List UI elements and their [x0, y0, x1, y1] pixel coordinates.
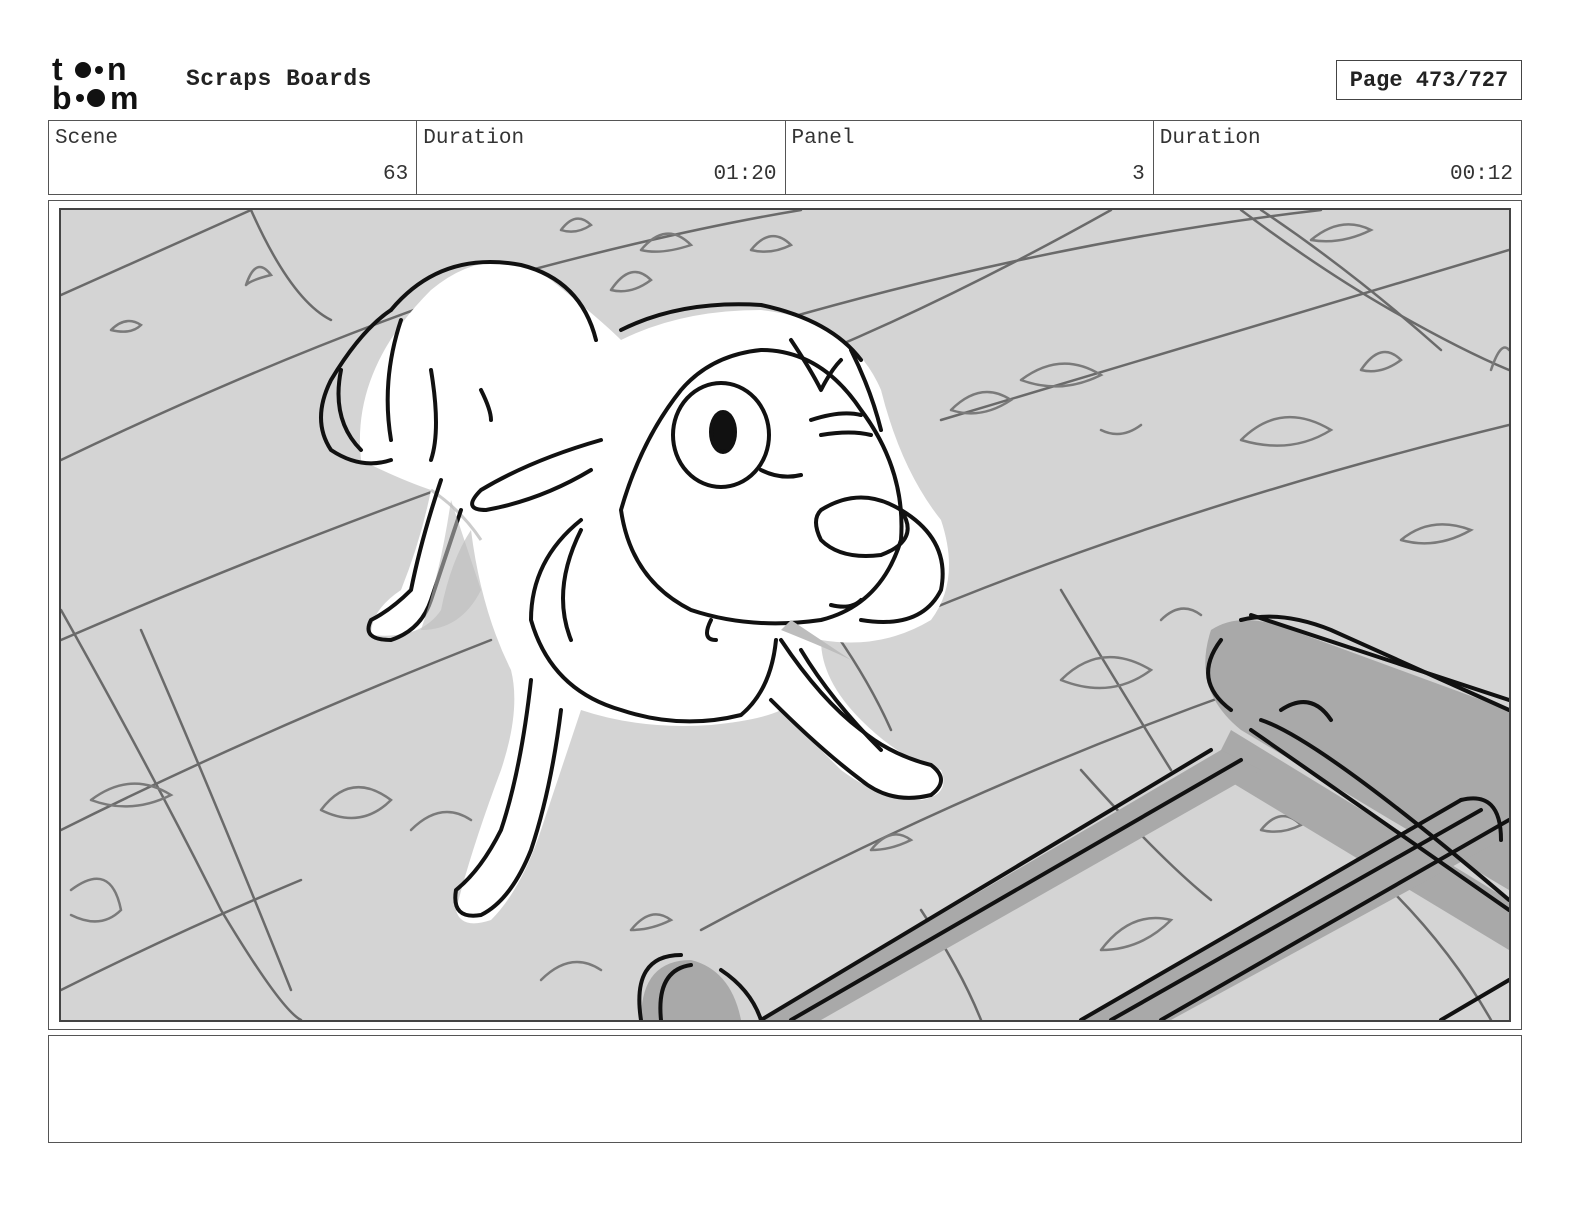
- panel-notes-box: [48, 1035, 1522, 1143]
- scene-cell: Scene 63: [49, 121, 418, 194]
- scene-duration-label: Duration: [423, 127, 525, 150]
- scene-label: Scene: [55, 127, 119, 150]
- panel-duration-label: Duration: [1159, 127, 1261, 150]
- svg-text:b: b: [52, 80, 72, 112]
- panel-duration-cell: Duration 00:12: [1154, 121, 1521, 194]
- svg-text:m: m: [110, 80, 138, 112]
- panel-info-table: Scene 63 Duration 01:20 Panel 3 Duration…: [48, 120, 1522, 195]
- panel-cell: Panel 3: [786, 121, 1154, 194]
- storyboard-panel-frame: [48, 200, 1522, 1030]
- toon-boom-logo: t n b m: [52, 52, 164, 112]
- scene-value: 63: [383, 163, 409, 186]
- panel-label: Panel: [791, 127, 855, 150]
- scene-duration-cell: Duration 01:20: [417, 121, 786, 194]
- project-title: Scraps Boards: [186, 66, 372, 92]
- page-indicator: Page 473/727: [1336, 60, 1522, 100]
- storyboard-panel-image: [59, 208, 1511, 1022]
- sketch-drawing: [61, 210, 1509, 1020]
- panel-value: 3: [1132, 163, 1145, 186]
- panel-duration-value: 00:12: [1449, 163, 1513, 186]
- scene-duration-value: 01:20: [713, 163, 777, 186]
